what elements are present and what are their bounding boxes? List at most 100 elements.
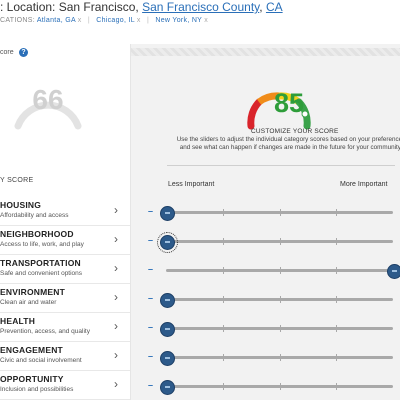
category-item-opportunity[interactable]: OPPORTUNITY Inclusion and possibilities … — [0, 371, 130, 400]
category-item-environment[interactable]: ENVIRONMENT Clean air and water › — [0, 284, 130, 313]
category-description: Affordability and access — [0, 212, 69, 219]
chevron-right-icon: › — [114, 232, 118, 246]
previous-location-link[interactable]: New York, NY — [155, 17, 202, 24]
category-panel: core ? 66 Y SCORE HOUSING Affordability … — [0, 44, 131, 400]
slider-row-environment: – — [131, 289, 400, 309]
location-line: : Location: San Francisco, San Francisco… — [0, 0, 283, 14]
category-name: ENVIRONMENT — [0, 287, 66, 297]
minus-icon[interactable]: – — [148, 351, 153, 361]
remove-location-icon[interactable]: x — [78, 17, 82, 24]
location-prefix: : Location: — [0, 0, 56, 14]
chevron-right-icon: › — [114, 261, 118, 275]
slider-tick — [223, 296, 224, 303]
category-name: HEALTH — [0, 316, 36, 326]
more-important-label: More Important — [340, 181, 388, 188]
minus-icon[interactable]: – — [148, 264, 153, 274]
category-description: Civic and social involvement — [0, 357, 82, 364]
slider-tick — [280, 325, 281, 332]
chevron-right-icon: › — [114, 319, 118, 333]
slider-tick — [336, 325, 337, 332]
previous-locations: CATIONS: Atlanta, GA x | Chicago, IL x |… — [0, 17, 209, 24]
category-item-housing[interactable]: HOUSING Affordability and access › — [0, 197, 130, 226]
slider-tick — [280, 296, 281, 303]
slider-tick — [280, 267, 281, 274]
location-header: : Location: San Francisco, San Francisco… — [0, 0, 400, 45]
category-item-health[interactable]: HEALTH Prevention, access, and quality › — [0, 313, 130, 342]
minus-icon[interactable]: – — [148, 206, 153, 216]
category-item-engagement[interactable]: ENGAGEMENT Civic and social involvement … — [0, 342, 130, 371]
slider-tick — [280, 209, 281, 216]
customize-title: CUSTOMIZE YOUR SCORE — [251, 128, 339, 135]
customize-description: Use the sliders to adjust the individual… — [176, 136, 400, 151]
remove-location-icon[interactable]: x — [137, 17, 141, 24]
slider-tick — [280, 238, 281, 245]
minus-icon[interactable]: – — [148, 235, 153, 245]
slider-track-housing[interactable] — [160, 206, 393, 221]
minus-icon[interactable]: – — [148, 380, 153, 390]
slider-thumb-opportunity[interactable] — [160, 380, 175, 395]
less-important-label: Less Important — [168, 181, 215, 188]
previous-location-link[interactable]: Atlanta, GA — [37, 17, 76, 24]
slider-tick — [223, 267, 224, 274]
slider-track-health[interactable] — [160, 322, 393, 337]
score-label: core — [0, 49, 14, 56]
minus-icon[interactable]: – — [148, 293, 153, 303]
remove-location-icon[interactable]: x — [204, 17, 208, 24]
category-name: OPPORTUNITY — [0, 374, 64, 384]
city-name: San Francisco, — [58, 0, 139, 14]
slider-tick — [280, 354, 281, 361]
decorative-stripe — [131, 48, 400, 56]
slider-thumb-transportation[interactable] — [387, 264, 400, 279]
divider — [167, 165, 395, 166]
slider-tick — [223, 209, 224, 216]
slider-track-engagement[interactable] — [160, 351, 393, 366]
category-description: Prevention, access, and quality — [0, 328, 90, 335]
slider-row-health: – — [131, 318, 400, 338]
slider-track-transportation[interactable] — [166, 264, 400, 279]
slider-thumb-engagement[interactable] — [160, 351, 175, 366]
slider-track-neighborhood[interactable] — [157, 232, 393, 253]
category-name: NEIGHBORHOOD — [0, 229, 74, 239]
slider-tick — [336, 383, 337, 390]
minus-icon[interactable]: – — [148, 322, 153, 332]
chevron-right-icon: › — [114, 290, 118, 304]
slider-tick — [223, 354, 224, 361]
previous-locations-label: CATIONS: — [0, 17, 35, 24]
slider-thumb-health[interactable] — [160, 322, 175, 337]
slider-thumb-environment[interactable] — [160, 293, 175, 308]
slider-tick — [336, 238, 337, 245]
slider-row-housing: – — [131, 202, 400, 222]
slider-row-transportation: – — [131, 260, 400, 280]
custom-score-value: 85 — [273, 88, 305, 118]
slider-tick — [280, 383, 281, 390]
previous-location-link[interactable]: Chicago, IL — [96, 17, 134, 24]
county-link[interactable]: San Francisco County — [142, 0, 259, 14]
slider-thumb-housing[interactable] — [160, 206, 175, 221]
slider-tick — [223, 325, 224, 332]
slider-tick — [336, 354, 337, 361]
category-description: Safe and convenient options — [0, 270, 83, 277]
category-description: Inclusion and possibilities — [0, 386, 74, 393]
slider-row-engagement: – — [131, 347, 400, 367]
state-link[interactable]: CA — [266, 0, 283, 14]
category-name: HOUSING — [0, 200, 42, 210]
help-icon[interactable]: ? — [19, 48, 28, 57]
by-score-heading: Y SCORE — [0, 177, 34, 184]
slider-row-opportunity: – — [131, 376, 400, 396]
category-item-neighborhood[interactable]: NEIGHBORHOOD Access to life, work, and p… — [0, 226, 130, 255]
chevron-right-icon: › — [114, 203, 118, 217]
slider-tick — [336, 209, 337, 216]
slider-track-environment[interactable] — [160, 293, 393, 308]
base-score-value: 66 — [32, 84, 64, 115]
customize-panel: 85 CUSTOMIZE YOUR SCORE Use the sliders … — [131, 44, 400, 400]
slider-tick — [223, 238, 224, 245]
chevron-right-icon: › — [114, 348, 118, 362]
chevron-right-icon: › — [114, 377, 118, 391]
slider-row-neighborhood: – — [131, 231, 400, 253]
slider-tick — [336, 296, 337, 303]
slider-thumb-neighborhood[interactable] — [157, 232, 178, 253]
category-description: Access to life, work, and play — [0, 241, 84, 248]
slider-track-opportunity[interactable] — [160, 380, 393, 395]
category-name: ENGAGEMENT — [0, 345, 63, 355]
category-item-transportation[interactable]: TRANSPORTATION Safe and convenient optio… — [0, 255, 130, 284]
